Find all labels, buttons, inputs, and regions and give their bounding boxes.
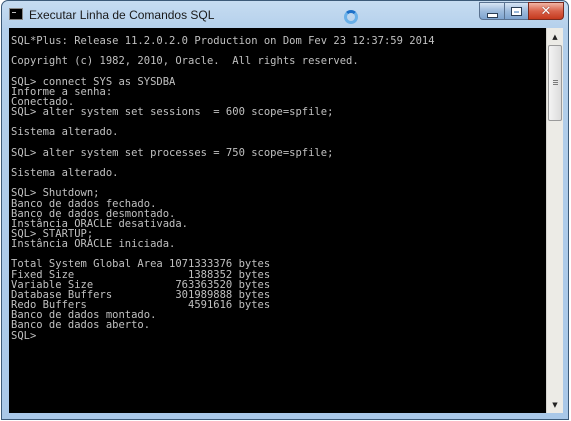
close-icon: ✕ — [540, 3, 552, 19]
minimize-button[interactable] — [479, 2, 505, 20]
vertical-scrollbar[interactable]: ▲ ▼ — [546, 28, 563, 413]
console-line: Copyright (c) 1982, 2010, Oracle. All ri… — [11, 55, 359, 68]
console-app-icon[interactable] — [9, 8, 23, 20]
close-button[interactable]: ✕ — [528, 2, 564, 20]
scroll-down-button[interactable]: ▼ — [547, 396, 563, 413]
scroll-down-icon: ▼ — [552, 400, 558, 409]
console-line: SQL> — [11, 329, 37, 342]
grip-line — [553, 84, 558, 85]
maximize-icon — [512, 7, 521, 15]
sql-command-window: Executar Linha de Comandos SQL ✕ SQL*Plu… — [1, 0, 569, 420]
console-text: SQL*Plus: Release 11.2.0.2.0 Production … — [9, 28, 546, 341]
loading-cursor-icon — [344, 10, 358, 24]
console-line: SQL> alter system set sessions = 600 sco… — [11, 106, 334, 119]
scroll-thumb[interactable] — [548, 45, 562, 121]
console-line: Sistema alterado. — [11, 167, 119, 180]
maximize-button[interactable] — [504, 2, 529, 20]
console-line: SQL*Plus: Release 11.2.0.2.0 Production … — [11, 35, 435, 47]
grip-line — [553, 82, 558, 83]
console-line: Sistema alterado. — [11, 126, 119, 139]
title-bar[interactable]: Executar Linha de Comandos SQL ✕ — [2, 1, 568, 29]
console-line: SQL> alter system set processes = 750 sc… — [11, 146, 334, 159]
console-line: Informe a senha: — [11, 85, 113, 98]
window-title: Executar Linha de Comandos SQL — [29, 8, 215, 22]
minimize-icon — [486, 12, 498, 18]
console-line: SQL> Shutdown; — [11, 187, 100, 200]
grip-line — [553, 80, 558, 81]
console-output[interactable]: SQL*Plus: Release 11.2.0.2.0 Production … — [9, 28, 546, 413]
console-line: Instância ORACLE iniciada. — [11, 238, 176, 251]
console-line: Banco de dados aberto. — [11, 319, 151, 332]
scroll-up-button[interactable]: ▲ — [547, 28, 563, 45]
scroll-up-icon: ▲ — [552, 32, 558, 41]
